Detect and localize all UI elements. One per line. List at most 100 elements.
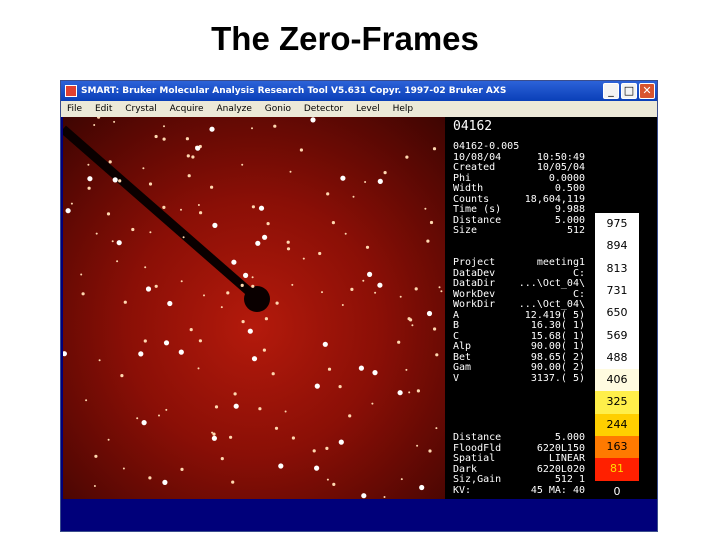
reflection-spot [162,137,166,141]
info-key: Gam [453,362,472,373]
reflection-spot [286,247,291,251]
reflection-spot [185,137,189,141]
reflection-spot [332,482,336,486]
info-value: 10:50:49 [536,151,585,163]
reflection-spot [98,359,101,362]
menu-edit[interactable]: Edit [95,104,112,114]
reflection-spot [262,348,266,352]
reflection-spot [106,212,111,216]
scale-label: 650 [595,302,639,325]
info-value: 5.000 [554,432,585,443]
info-key: C [453,330,460,342]
info-value: 90.00( 1) [530,341,585,352]
maximize-button[interactable]: □ [621,83,637,99]
reflection-spot [372,370,378,376]
reflection-spot [163,125,165,128]
info-value: 12.419( 5) [524,309,585,321]
reflection-spot [70,202,73,205]
reflection-spot [167,300,173,307]
info-row: Alp 90.00( 1) [453,341,585,352]
info-value: 3137.( 5) [530,372,585,384]
reflection-spot [233,403,239,409]
reflection-spot [400,478,403,481]
reflection-spot [409,318,413,322]
reflection-spot [348,414,352,418]
reflection-spot [397,340,401,344]
reflection-spot [278,463,284,469]
reflection-spot [274,426,279,430]
info-value: C: [572,288,585,300]
info-key: Dark [453,463,478,475]
info-row: WorkDev C: [453,289,585,300]
reflection-spot [180,467,184,471]
reflection-spot [240,283,244,287]
menu-level[interactable]: Level [356,104,380,114]
info-key: Counts [453,193,490,205]
info-value: meeting1 [536,257,585,268]
reflection-spot [154,134,158,139]
info-key: WorkDir [453,299,496,310]
reflection-spot [158,414,160,417]
reflection-spot [284,410,287,413]
menu-acquire[interactable]: Acquire [170,104,204,114]
info-value: LINEAR [548,453,585,464]
reflection-spot [364,181,367,183]
reflection-spot [374,291,377,294]
info-row: WorkDir ...\Oct_04\ [453,299,585,310]
reflection-spot [138,351,144,357]
reflection-spot [264,317,268,321]
scale-label: 488 [595,346,639,370]
info-value: 6220L150 [536,442,585,454]
info-row: Size 512 [453,225,585,236]
status-strip [63,499,657,531]
reflection-spot [435,427,438,430]
menu-help[interactable]: Help [393,104,414,114]
reflection-spot [326,192,330,196]
reflection-spot [93,124,96,126]
menu-analyze[interactable]: Analyze [216,104,251,114]
reflection-spot [182,236,185,239]
reflection-spot [416,444,419,447]
reflection-spot [203,294,205,297]
reflection-spot [154,284,158,288]
reflection-spot [321,291,323,294]
intensity-scale: 975 894 813 731 650 569 488 406 325 244 163 81 0 [591,117,657,503]
reflection-spot [113,120,116,123]
scale-label: 731 [595,279,639,303]
info-row: Bet 98.65( 2) [453,352,585,363]
reflection-spot [405,368,408,371]
info-value: 0.0000 [548,172,585,184]
info-value: 18,604,119 [524,193,585,205]
info-key: 10/08/04 [453,151,502,163]
menu-detector[interactable]: Detector [304,104,343,114]
close-button[interactable]: ✕ [639,83,655,99]
menu-gonio[interactable]: Gonio [265,104,291,114]
reflection-spot [118,179,122,183]
info-value: 512 1 [554,474,585,485]
scale-label: 81 [595,458,639,481]
reflection-spot [432,147,437,151]
reflection-spot [87,186,91,190]
menu-file[interactable]: File [67,104,82,114]
reflection-spot [195,145,201,151]
info-key: DataDir [453,278,496,289]
reflection-spot [377,282,383,288]
info-value: 5.000 [554,214,585,226]
diffraction-image[interactable] [63,117,445,499]
reflection-spot [136,417,139,420]
info-value: 90.00( 2) [530,362,585,373]
reflection-spot [247,328,253,334]
reflection-spot [197,367,200,370]
info-key: A [453,309,460,321]
reflection-spot [262,234,268,240]
reflection-spot [81,292,85,296]
reflection-spot [325,446,329,450]
reflection-spot [143,339,147,343]
title-bar[interactable]: SMART: Bruker Molecular Analysis Researc… [61,81,657,101]
info-value: 15.68( 1) [530,330,585,342]
info-row: Counts 18,604,119 [453,194,585,205]
reflection-spot [231,259,237,265]
minimize-button[interactable]: _ [603,83,619,99]
reflection-spot [111,240,114,243]
menu-crystal[interactable]: Crystal [125,104,157,114]
